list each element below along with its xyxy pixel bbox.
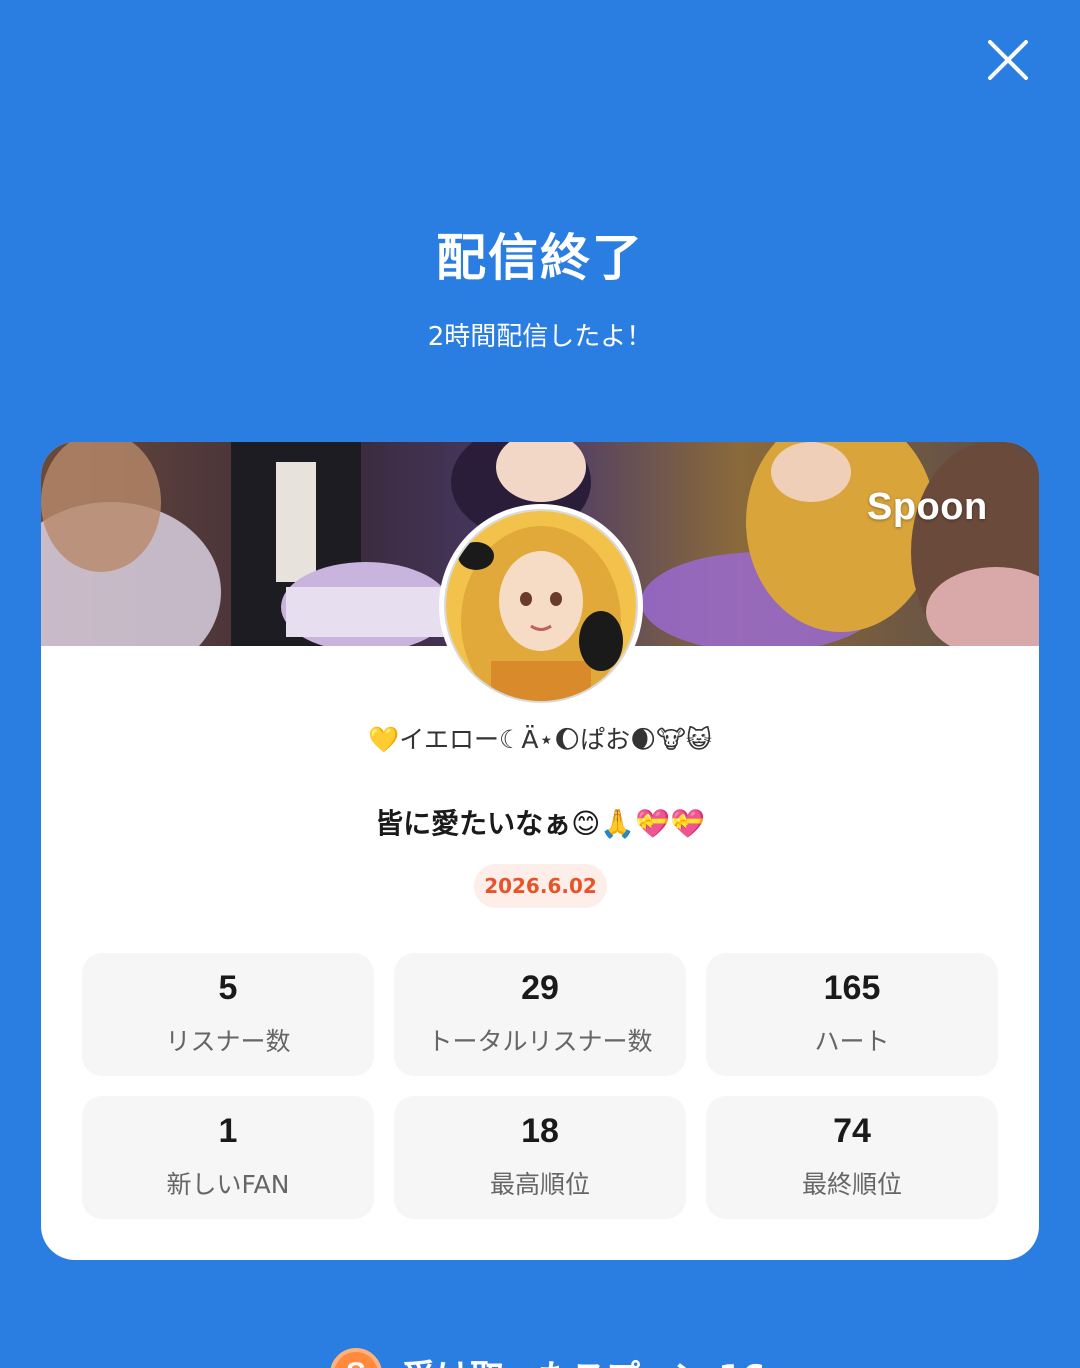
stat-new-fans: 1 新しいFAN: [82, 1096, 374, 1219]
received-spoons-text: 受け取ったスプーン 16: [402, 1350, 765, 1368]
spoon-logo: Spoon: [867, 486, 988, 528]
stat-total-listeners: 29 トータルリスナー数: [394, 953, 686, 1076]
live-title: 皆に愛たいなぁ😊🙏💝💝: [375, 807, 705, 840]
stat-highest-rank: 18 最高順位: [394, 1096, 686, 1219]
stat-value: 5: [218, 969, 238, 1007]
page-title: 配信終了: [436, 229, 644, 287]
username: 💛イエロー☾Ä⋆🌔ぱお🌒🐮😺: [368, 725, 712, 754]
stat-value: 74: [833, 1112, 871, 1150]
stat-hearts: 165 ハート: [706, 953, 998, 1076]
close-button[interactable]: [980, 32, 1036, 88]
received-spoons-row: S 受け取ったスプーン 16: [330, 1344, 830, 1368]
stat-listeners: 5 リスナー数: [82, 953, 374, 1076]
stat-label: ハート: [814, 1027, 890, 1056]
stat-label: 最終順位: [801, 1170, 902, 1199]
live-summary-card: Spoon 💛イエロー☾Ä⋆🌔ぱお🌒🐮😺 皆に愛たいなぁ😊🙏💝💝 2026.6.…: [41, 442, 1039, 1260]
stat-value: 165: [823, 969, 881, 1007]
date-badge: 2026.6.02: [474, 864, 607, 908]
stat-value: 29: [521, 969, 559, 1007]
page-subtitle: 2時間配信したよ！: [427, 322, 653, 352]
close-icon: [988, 40, 1028, 80]
stat-label: トータルリスナー数: [427, 1027, 653, 1056]
stat-final-rank: 74 最終順位: [706, 1096, 998, 1219]
stat-label: 新しいFAN: [166, 1170, 290, 1199]
stat-label: リスナー数: [165, 1027, 291, 1056]
avatar[interactable]: [439, 504, 643, 708]
stat-label: 最高順位: [489, 1170, 590, 1199]
stats-grid: 5 リスナー数 29 トータルリスナー数 165 ハート 1 新しいFAN 18…: [82, 953, 998, 1219]
stat-value: 18: [521, 1112, 559, 1150]
spoon-coin-icon: S: [330, 1348, 382, 1368]
stat-value: 1: [218, 1112, 238, 1150]
